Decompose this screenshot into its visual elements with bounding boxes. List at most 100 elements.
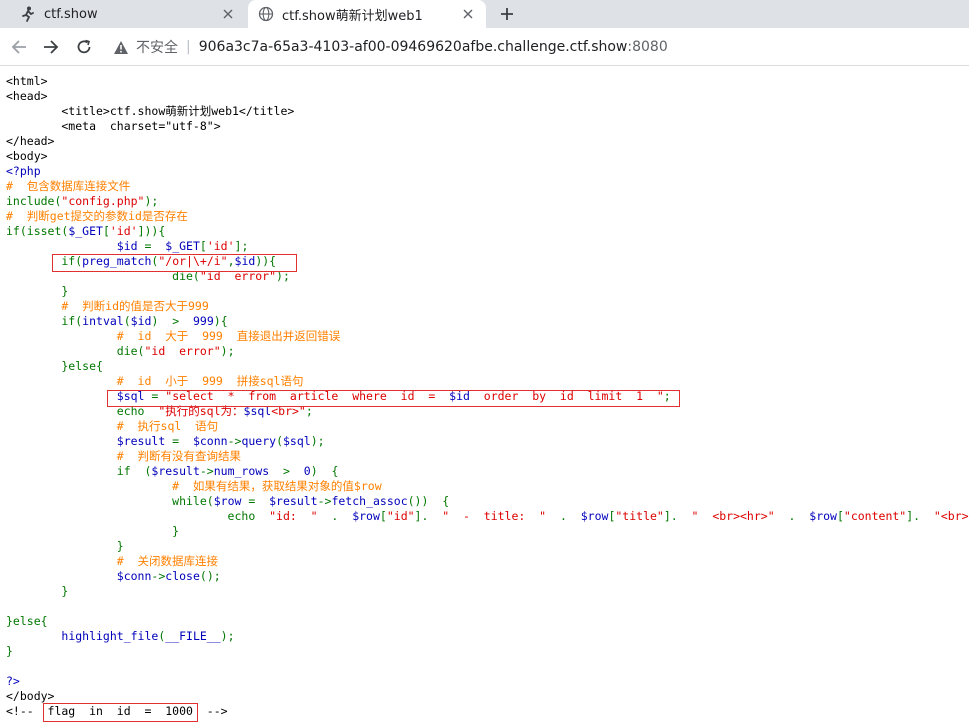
forward-button[interactable] [40, 36, 62, 58]
source-token: $row [580, 509, 609, 523]
address-bar[interactable]: 不安全 | 906a3c7a-65a3-4103-af00-09469620af… [112, 32, 969, 62]
source-token: <body> [6, 149, 48, 163]
source-line: </body> [6, 689, 969, 704]
source-token: 'id' [206, 239, 235, 253]
source-token: $id [116, 239, 145, 253]
tab-title: ctf.show萌新计划web1 [282, 8, 423, 24]
source-token [6, 569, 117, 583]
source-token: $conn [186, 434, 228, 448]
reload-button[interactable] [73, 36, 95, 58]
source-token [6, 629, 61, 643]
source-line: <html> [6, 74, 969, 89]
back-button[interactable] [8, 36, 30, 58]
source-line: # 包含数据库连接文件 [6, 179, 969, 194]
source-line: <body> [6, 149, 969, 164]
source-token: highlight_file [61, 629, 159, 643]
source-token: $result [151, 464, 200, 478]
source-token: -> [199, 464, 214, 478]
source-token: __FILE__ [165, 629, 221, 643]
source-token: -> [317, 494, 332, 508]
source-token: die( [6, 344, 145, 358]
source-token [6, 434, 117, 448]
source-token: </body> [6, 689, 55, 703]
source-token: # id 大于 999 直接退出并返回错误 [6, 329, 341, 343]
source-token: ]. [414, 509, 443, 523]
source-token: ]. [906, 509, 934, 523]
source-line: highlight_file(__FILE__); [6, 629, 969, 644]
source-line: die("id error"); [6, 344, 969, 359]
source-token: # id 小于 999 拼接sql语句 [6, 374, 304, 388]
source-token: close [165, 569, 200, 583]
source-line: } [6, 584, 969, 599]
ctfshow-runner-icon [20, 6, 36, 22]
tab-web1[interactable]: ctf.show萌新计划web1 [248, 0, 486, 28]
source-token: 0 [303, 464, 311, 478]
warning-icon[interactable] [112, 38, 130, 56]
source-line: if(isset($_GET['id'])){ [6, 224, 969, 239]
source-token: $sql [283, 434, 311, 448]
source-token: = [248, 494, 263, 508]
source-token: # 如果有结果，获取结果对象的值$row [6, 479, 382, 493]
new-tab-button[interactable] [496, 4, 518, 24]
source-token: $_GET [68, 224, 103, 238]
source-token: (); [199, 569, 221, 583]
source-token: </head> [6, 134, 55, 148]
source-token: ]. [663, 509, 692, 523]
source-token: -> [227, 434, 242, 448]
source-token: } [6, 584, 69, 598]
highlight-box-preg-match [52, 254, 297, 272]
source-line: if ($result->num_rows > 0) { [6, 464, 969, 479]
source-token: "<br>" [933, 509, 969, 523]
source-line: <head> [6, 89, 969, 104]
source-token: " - title: " [442, 509, 554, 523]
source-token: ); [310, 434, 325, 448]
source-token: fetch_assoc [331, 494, 408, 508]
source-token: if ( [6, 464, 152, 478]
source-token: " <br><hr>" [691, 509, 782, 523]
source-token: ]; [234, 239, 249, 253]
source-line: $result = $conn->query($sql); [6, 434, 969, 449]
source-line: while($row = $result->fetch_assoc()) { [6, 494, 969, 509]
source-token: <head> [6, 89, 48, 103]
source-token: . [781, 509, 810, 523]
source-token: # 关闭数据库连接 [6, 554, 219, 568]
source-token: $row [809, 509, 837, 523]
source-token: } [6, 539, 124, 553]
source-token: $result [116, 434, 173, 448]
source-token: > [276, 464, 304, 478]
source-line: <meta charset="utf-8"> [6, 119, 969, 134]
source-token: if( [6, 314, 83, 328]
tab-ctfshow[interactable]: ctf.show [0, 0, 246, 28]
source-token: $_GET [158, 239, 200, 253]
close-icon[interactable] [218, 4, 238, 24]
source-token: ){ [213, 314, 228, 328]
source-token: # 判断get提交的参数id是否存在 [6, 209, 188, 223]
source-token: <?php [6, 164, 41, 178]
source-token: "id error" [144, 344, 221, 358]
source-line: $id = $_GET['id']; [6, 239, 969, 254]
source-token: # 判断id的值是否大于999 [6, 299, 209, 313]
source-token: ?> [6, 674, 20, 688]
security-label: 不安全 [136, 40, 178, 56]
source-token: while( [6, 494, 214, 508]
source-token: ); [144, 194, 159, 208]
globe-icon [258, 6, 274, 22]
source-token: # 包含数据库连接文件 [6, 179, 131, 193]
source-token: = [172, 434, 187, 448]
source-token: 'id' [109, 224, 138, 238]
source-token: ); [220, 344, 235, 358]
source-token: echo [6, 509, 263, 523]
page-content: <html> <head> <title>ctf.show萌新计划web1</ti… [0, 66, 969, 722]
close-icon[interactable] [458, 4, 478, 24]
source-line: include("config.php"); [6, 194, 969, 209]
source-line: # id 大于 999 直接退出并返回错误 [6, 329, 969, 344]
source-line: </head> [6, 134, 969, 149]
tab-strip: ctf.show ctf.show萌新计划web1 [0, 0, 969, 28]
source-line: # 判断id的值是否大于999 [6, 299, 969, 314]
source-token: $result [262, 494, 318, 508]
source-line: $conn->close(); [6, 569, 969, 584]
source-token: "id" [386, 509, 415, 523]
source-token: $conn [116, 569, 152, 583]
reload-icon [77, 39, 91, 54]
source-line: }else{ [6, 359, 969, 374]
